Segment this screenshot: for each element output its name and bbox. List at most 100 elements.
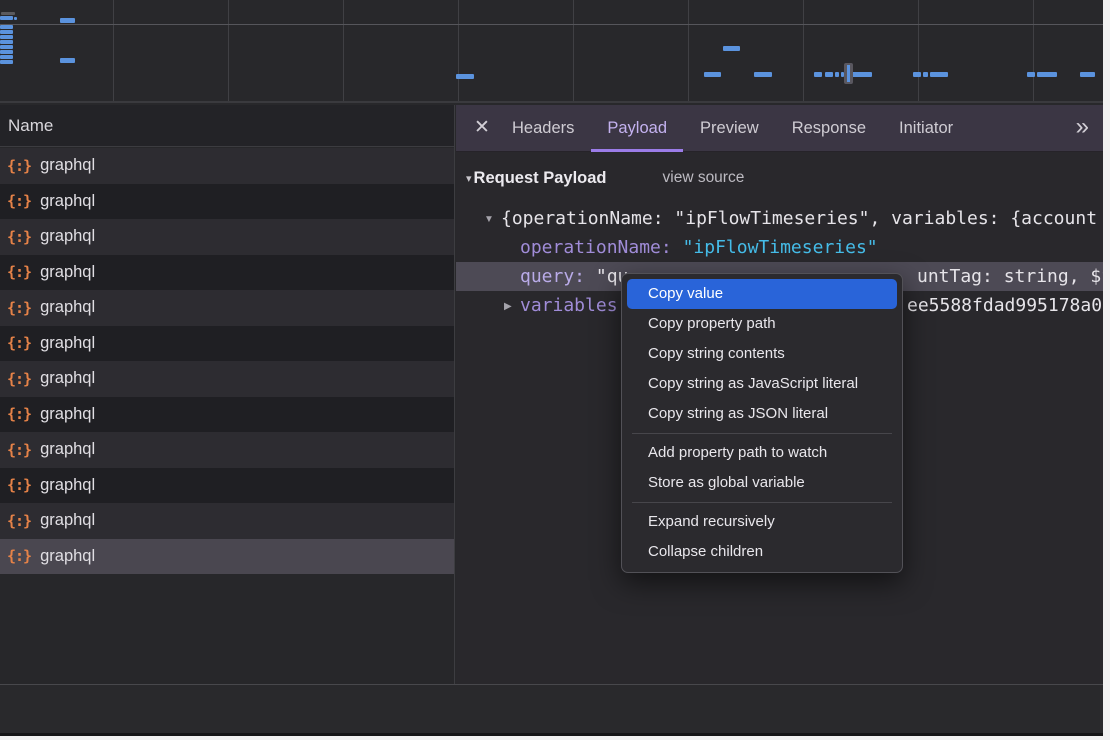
json-request-icon: {:} — [7, 157, 31, 175]
waterfall-bar — [852, 72, 872, 77]
property-key: operationName: — [520, 237, 672, 258]
timeline-gridline — [343, 0, 344, 103]
close-icon[interactable]: ✕ — [468, 105, 496, 152]
menu-item-add-property-path-to-watch[interactable]: Add property path to watch — [627, 438, 897, 468]
waterfall-bar — [913, 72, 921, 77]
name-column-header[interactable]: Name — [0, 105, 454, 147]
request-name: graphql — [40, 334, 95, 353]
menu-item-store-as-global-variable[interactable]: Store as global variable — [627, 468, 897, 498]
request-row[interactable]: {:} graphql — [0, 290, 454, 326]
menu-item-copy-property-path[interactable]: Copy property path — [627, 309, 897, 339]
operation-name-row[interactable]: operationName: "ipFlowTimeseries" — [456, 233, 1103, 262]
waterfall-bar — [0, 60, 13, 64]
request-row[interactable]: {:} graphql — [0, 326, 454, 362]
tab-headers[interactable]: Headers — [512, 105, 574, 152]
waterfall-bar — [0, 45, 13, 49]
waterfall-bar — [0, 55, 13, 59]
request-name: graphql — [40, 298, 95, 317]
tab-response[interactable]: Response — [792, 105, 866, 152]
timeline-gridline — [688, 0, 689, 103]
json-request-icon: {:} — [7, 547, 31, 565]
waterfall-bar — [1, 12, 15, 15]
waterfall-bar — [0, 30, 13, 34]
menu-item-copy-string-as-json-literal[interactable]: Copy string as JSON literal — [627, 399, 897, 429]
waterfall-bar — [930, 72, 948, 77]
timeline-gridline — [573, 0, 574, 103]
request-row[interactable]: {:}graphql — [0, 468, 454, 504]
request-row[interactable]: {:}graphql — [0, 184, 454, 220]
waterfall-bar — [1027, 72, 1035, 77]
waterfall-bar — [60, 58, 75, 63]
payload-preview-text: {operationName: "ipFlowTimeseries", vari… — [501, 204, 1097, 233]
variables-preview-fragment: ee5588fdad995178a0 — [907, 291, 1102, 320]
query-entry: query: "qu — [520, 262, 628, 291]
context-menu: Copy valueCopy property pathCopy string … — [621, 273, 903, 573]
timeline-gridline — [113, 0, 114, 103]
waterfall-bar — [0, 35, 13, 39]
timeline-row-divider — [0, 24, 1103, 25]
view-source-link[interactable]: view source — [663, 169, 745, 187]
request-name: graphql — [40, 511, 95, 530]
request-name: graphql — [40, 156, 95, 175]
json-request-icon: {:} — [7, 263, 31, 281]
more-tabs-icon[interactable]: » — [1076, 105, 1089, 152]
tab-initiator[interactable]: Initiator — [899, 105, 953, 152]
tabs-container: Headers Payload Preview Response Initiator — [512, 105, 953, 152]
request-row[interactable]: {:}graphql — [0, 361, 454, 397]
request-payload-header: ▾ Request Payload view source — [466, 163, 744, 193]
request-row[interactable]: {:} graphql — [0, 432, 454, 468]
menu-separator — [632, 433, 892, 434]
details-tab-bar: ✕ Headers Payload Preview Response Initiator… — [456, 105, 1103, 152]
waterfall-bar — [1037, 72, 1057, 77]
network-overview-timeline[interactable] — [0, 0, 1103, 103]
request-list-panel: Name {:} graphql {:} graphql {:} graphql {:} gr… — [0, 105, 455, 684]
menu-separator — [632, 502, 892, 503]
request-row[interactable]: {:} graphql — [0, 503, 454, 539]
json-request-icon: {:} — [7, 334, 31, 352]
request-name: graphql — [40, 547, 95, 566]
waterfall-bar — [754, 72, 772, 77]
json-request-icon: {:} — [7, 512, 31, 530]
waterfall-bar — [1080, 72, 1095, 77]
payload-root-row[interactable]: ▼ {operationName: "ipFlowTimeseries", va… — [456, 204, 1103, 233]
waterfall-bar — [456, 74, 474, 79]
property-key: variables — [520, 291, 618, 320]
waterfall-bar — [825, 72, 833, 77]
request-name: graphql — [40, 405, 95, 424]
page-background: Name {:} graphql {:} graphql {:} graphql {:} gr… — [0, 0, 1110, 740]
tab-preview[interactable]: Preview — [700, 105, 759, 152]
request-row[interactable]: {:} graphql — [0, 397, 454, 433]
request-row[interactable]: {:} graphql — [0, 148, 454, 184]
collapse-caret-icon[interactable]: ▾ — [466, 172, 472, 185]
request-name: graphql — [40, 263, 95, 282]
request-name: graphql — [40, 440, 95, 459]
timeline-gridline — [1033, 0, 1034, 103]
json-request-icon: {:} — [7, 405, 31, 423]
expand-caret-icon[interactable]: ▶ — [504, 292, 512, 320]
timeline-marker — [844, 63, 853, 84]
json-request-icon: {:} — [7, 299, 31, 317]
json-request-icon: {:} — [7, 228, 31, 246]
menu-item-collapse-children[interactable]: Collapse children — [627, 537, 897, 567]
query-value-fragment: untTag: string, $f — [917, 262, 1103, 291]
request-row[interactable]: {:} graphql — [0, 219, 454, 255]
property-value: "ipFlowTimeseries" — [683, 237, 878, 258]
menu-item-copy-value[interactable]: Copy value — [627, 279, 897, 309]
waterfall-bar — [0, 40, 13, 44]
menu-item-expand-recursively[interactable]: Expand recursively — [627, 507, 897, 537]
request-row[interactable]: {:} graphql — [0, 255, 454, 291]
menu-item-copy-string-contents[interactable]: Copy string contents — [627, 339, 897, 369]
waterfall-bar — [0, 50, 13, 54]
window-bottom-edge — [0, 733, 1103, 736]
expand-caret-icon[interactable]: ▼ — [484, 205, 494, 233]
waterfall-bar — [835, 72, 839, 77]
json-request-icon: {:} — [7, 370, 31, 388]
waterfall-bar — [923, 72, 928, 77]
property-key: query: — [520, 266, 585, 287]
json-request-icon: {:} — [7, 441, 31, 459]
request-name: graphql — [40, 227, 95, 246]
menu-item-copy-string-as-javascript-literal[interactable]: Copy string as JavaScript literal — [627, 369, 897, 399]
timeline-gridline — [228, 0, 229, 103]
tab-payload[interactable]: Payload — [607, 105, 667, 152]
request-row[interactable]: {:} graphql — [0, 539, 454, 575]
